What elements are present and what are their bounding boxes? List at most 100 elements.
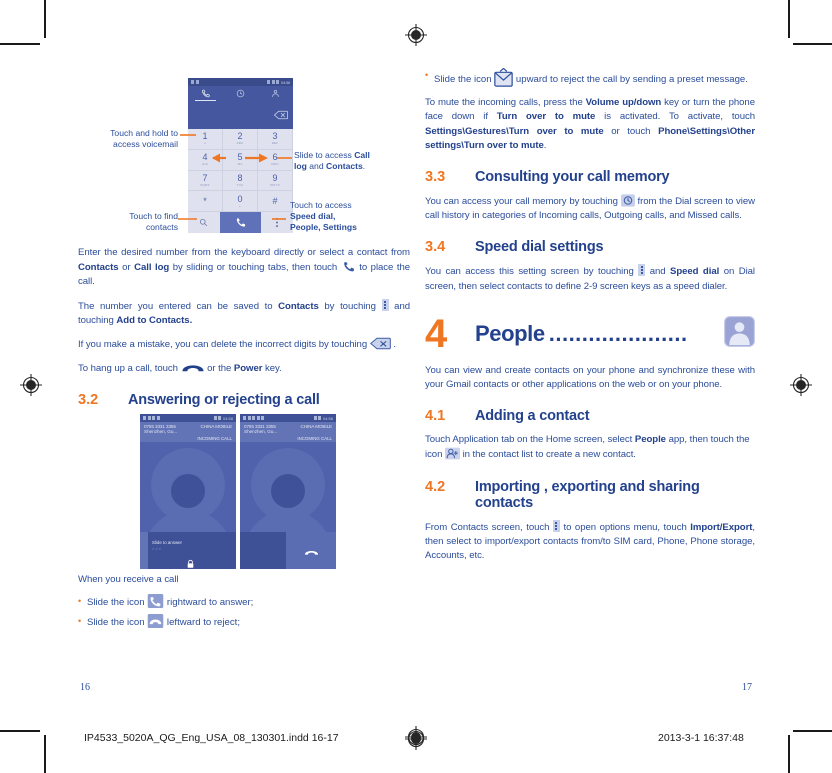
callout-bold-contacts: Contacts — [326, 161, 363, 171]
status-left-icons — [191, 80, 199, 84]
status-left-icons — [243, 416, 264, 420]
list-item: Slide the icon rightward to answer; — [78, 594, 410, 610]
key-5[interactable]: 5 JKL — [223, 149, 258, 171]
crop-mark-bottom-left-h — [0, 730, 40, 732]
paragraph-speed-dial: You can access this setting screen by to… — [425, 264, 755, 293]
callout-line-2: contacts — [145, 222, 178, 232]
place-call-button[interactable] — [219, 212, 262, 233]
key-number: 9 — [272, 172, 278, 183]
left-column-lower: When you receive a call Slide the icon r… — [78, 573, 410, 640]
three-dots-icon — [276, 217, 279, 228]
sync-icon — [247, 416, 251, 420]
heading-title: Adding a contact — [475, 408, 590, 425]
key-sublabel: GHI — [202, 162, 208, 167]
chevron-hint-icon: >>> — [152, 546, 163, 551]
search-contacts-button[interactable] — [188, 212, 220, 233]
heading-3-4: 3.4 Speed dial settings — [425, 239, 755, 255]
call-log-tab[interactable] — [223, 86, 258, 101]
key-sublabel: TUV — [236, 182, 244, 187]
paragraph-adding-contact: Touch Application tab on the Home screen… — [425, 433, 755, 462]
status-clock: 04:58 — [222, 415, 233, 421]
dialer-keypad[interactable]: 1 ∞ 2 ABC 3 DEF 4 GHI 5 JKL 6 MNO 7 PQRS 8 TUV 9… — [188, 129, 293, 212]
avatar-shoulders — [144, 510, 232, 532]
heading-title: Consulting your call memory — [475, 169, 670, 186]
call-state-label: INCOMING CALL — [197, 436, 232, 441]
phone-status-bar: 04:58 — [240, 414, 336, 422]
active-tab-indicator — [195, 99, 216, 101]
text-run: by touching — [318, 300, 382, 312]
bold-settings-path-1: Settings\Gestures\Turn over to mute — [425, 125, 604, 137]
three-dots-icon — [552, 519, 560, 532]
callout-line-2: access voicemail — [113, 139, 178, 149]
person-icon — [272, 89, 279, 97]
battery-icon — [218, 415, 222, 420]
signal-bars-icon — [213, 415, 217, 420]
list-item: Slide the icon upward to reject the call… — [425, 67, 755, 87]
call-header: 0755 3331 3355 CHINA MOBILE Shenzhen, Gu… — [240, 422, 336, 442]
callout-voicemail: Touch and hold to access voicemail — [88, 128, 178, 150]
contacts-tab[interactable] — [258, 86, 293, 101]
text-run: Slide the icon — [434, 74, 495, 85]
text-run: Slide the icon — [87, 617, 148, 629]
key-9[interactable]: 9 WXYZ — [258, 170, 293, 192]
crop-mark-top-left-v — [44, 0, 46, 38]
dialer-action-bar — [188, 212, 293, 233]
key-number: 8 — [237, 172, 243, 183]
footer-filename: IP4533_5020A_QG_Eng_USA_08_130301.indd 1… — [84, 732, 339, 744]
key-sublabel: ABC — [236, 141, 244, 146]
text-run: or — [118, 262, 135, 274]
paragraph-import-export: From Contacts screen, touch to open opti… — [425, 519, 755, 564]
paragraph-people-intro: You can view and create contacts on your… — [425, 364, 755, 391]
text-run: by sliding or touching tabs, then touch — [169, 262, 341, 274]
dialer-screenshot: 04:58 1 ∞ 2 ABC 3 DEF 4 GHI 5 JKL 6 MNO … — [188, 78, 293, 233]
key-star[interactable]: * — [188, 191, 223, 212]
key-number: 7 — [202, 172, 208, 183]
slide-to-answer-hint: Slide to answer — [152, 540, 183, 545]
slider-track[interactable] — [140, 532, 148, 569]
callout-line-3: People, Settings — [290, 222, 357, 232]
slider-track[interactable] — [240, 532, 287, 569]
key-sublabel: MNO — [271, 162, 279, 167]
dialer-number-field[interactable] — [188, 101, 293, 129]
clock-icon — [236, 89, 245, 98]
key-number: 5 — [237, 152, 243, 163]
key-6[interactable]: 6 MNO — [258, 149, 293, 171]
callout-text: Slide to access — [294, 150, 355, 160]
incoming-call-slide-to-answer: 04:58 0755 3331 3355 CHINA MOBILE Shenzh… — [140, 414, 236, 569]
page-number-right: 17 — [742, 682, 752, 693]
key-hash[interactable]: # — [258, 191, 293, 212]
key-3[interactable]: 3 DEF — [258, 129, 293, 150]
hangup-icon — [181, 365, 204, 372]
bold-speed-dial: Speed dial — [669, 266, 720, 278]
key-4[interactable]: 4 GHI — [188, 149, 223, 171]
answer-slider-area[interactable]: Slide to answer >>> — [140, 532, 236, 569]
paragraph-call-memory: You can access your call memory by touch… — [425, 194, 755, 223]
callout-line-1: Touch and hold to — [110, 128, 178, 138]
heading-number: 3.3 — [425, 169, 446, 186]
reject-button[interactable] — [286, 532, 336, 569]
key-0[interactable]: 0 + — [223, 191, 258, 212]
callout-and: and — [306, 161, 327, 171]
key-7[interactable]: 7 PQRS — [188, 170, 223, 192]
text-run: You can access your call memory by touch… — [425, 196, 621, 208]
bold-call-log: Call log — [134, 262, 170, 274]
backspace-icon[interactable] — [274, 110, 288, 120]
caption-when-you-receive: When you receive a call — [78, 574, 179, 585]
registration-target-right — [790, 374, 812, 396]
key-8[interactable]: 8 TUV — [223, 170, 258, 192]
key-1[interactable]: 1 ∞ — [188, 129, 223, 150]
reject-slider-area[interactable] — [240, 532, 336, 569]
heading-4-1: 4.1 Adding a contact — [425, 408, 755, 424]
heading-title-line-1: Importing , exporting and sharing — [475, 478, 700, 495]
add-contact-icon — [444, 448, 460, 460]
heading-title: Speed dial settings — [475, 239, 604, 256]
key-sublabel: + — [239, 203, 241, 208]
paragraph-save-to-contacts: The number you entered can be saved to C… — [78, 298, 410, 328]
key-2[interactable]: 2 ABC — [223, 129, 258, 150]
backspace-icon — [369, 337, 391, 350]
text-run: rightward to answer; — [164, 597, 254, 609]
callout-period: . — [362, 161, 366, 171]
callout-bold-log: log — [294, 161, 307, 171]
handset-icon — [143, 416, 146, 420]
overflow-menu-button[interactable] — [261, 212, 293, 233]
